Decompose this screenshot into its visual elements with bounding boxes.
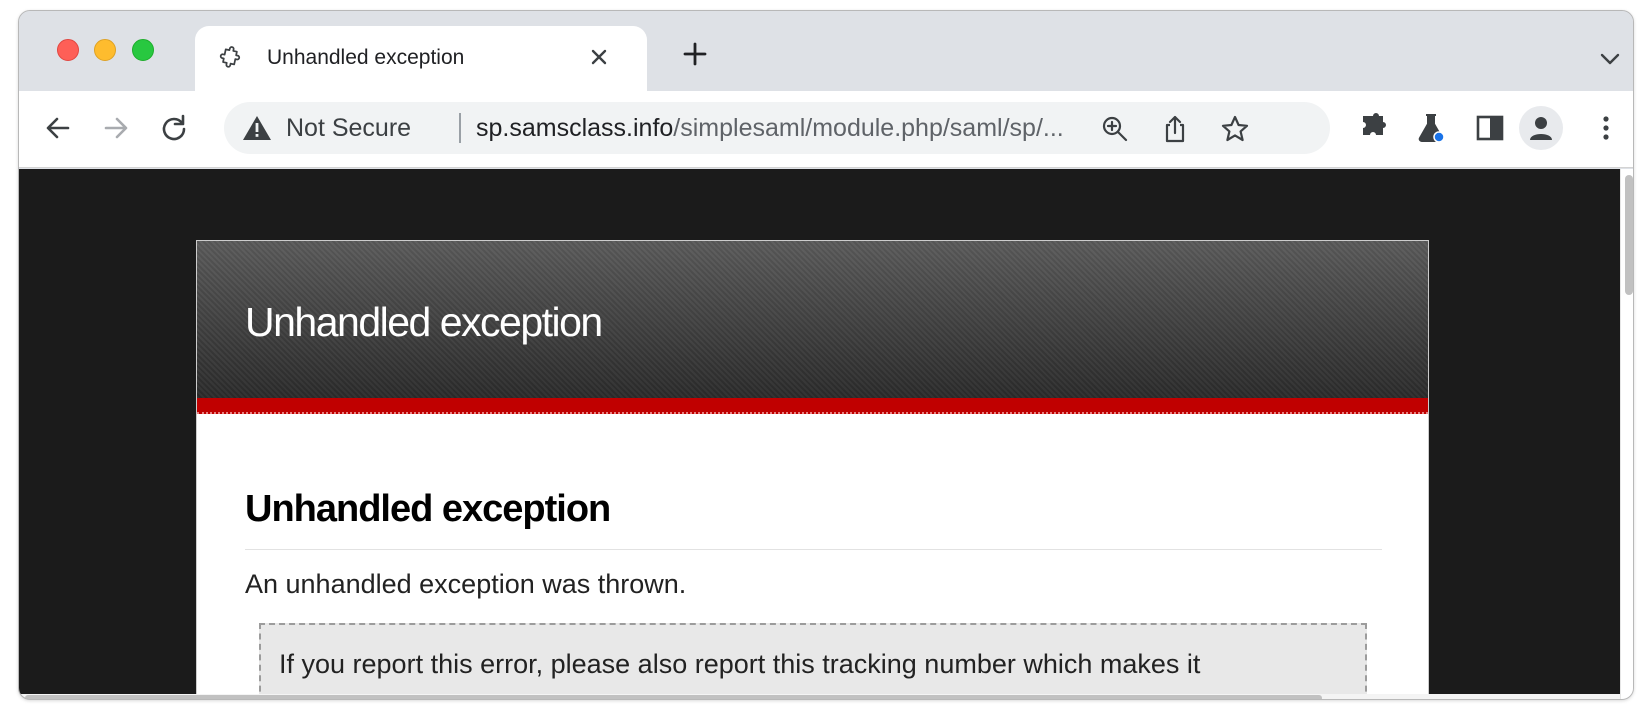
address-separator [459, 113, 461, 143]
horizontal-scroll-thumb[interactable] [25, 695, 1322, 699]
side-panel-icon[interactable] [1473, 111, 1507, 145]
page-viewport: Unhandled exception Unhandled exception … [19, 169, 1620, 699]
horizontal-scrollbar[interactable] [19, 694, 1620, 699]
browser-window: Unhandled exception Not Secure sp.samscl… [18, 10, 1634, 700]
share-icon[interactable] [1160, 114, 1190, 144]
error-heading: Unhandled exception [245, 488, 611, 530]
close-icon[interactable] [581, 39, 617, 75]
flask-icon[interactable] [1414, 111, 1448, 145]
url-host: sp.samsclass.info [476, 114, 674, 142]
tracking-note: If you report this error, please also re… [279, 649, 1201, 679]
window-minimize-button[interactable] [94, 39, 116, 61]
error-message: An unhandled exception was thrown. [245, 569, 687, 599]
chevron-down-icon[interactable] [1597, 46, 1623, 72]
zoom-in-icon[interactable] [1100, 114, 1130, 144]
tracking-number-box: If you report this error, please also re… [259, 623, 1367, 699]
kebab-menu-icon[interactable] [1589, 111, 1623, 145]
url-path: /simplesaml/module.php/saml/sp/... [673, 114, 1064, 142]
address-bar[interactable]: Not Secure sp.samsclass.info/simplesaml/… [224, 102, 1330, 154]
star-icon[interactable] [1220, 114, 1250, 144]
vertical-scroll-thumb[interactable] [1625, 175, 1633, 295]
arrow-left-icon[interactable] [41, 111, 75, 145]
header-title: Unhandled exception [245, 299, 603, 345]
window-maximize-button[interactable] [132, 39, 154, 61]
puzzle-icon[interactable] [1355, 111, 1389, 145]
page-header: Unhandled exception [197, 241, 1428, 398]
tab-strip: Unhandled exception [19, 11, 1633, 93]
url-text[interactable]: sp.samsclass.info/simplesaml/module.php/… [476, 114, 1064, 143]
tab-title: Unhandled exception [267, 46, 465, 69]
header-accent-bar [197, 398, 1428, 414]
warning-triangle-icon[interactable] [242, 114, 272, 142]
active-tab[interactable]: Unhandled exception [195, 26, 647, 93]
navigation-toolbar: Not Secure sp.samsclass.info/simplesaml/… [19, 91, 1633, 168]
arrow-right-icon[interactable] [99, 111, 133, 145]
heading-divider [245, 549, 1382, 550]
security-status-label[interactable]: Not Secure [286, 114, 411, 143]
window-close-button[interactable] [57, 39, 79, 61]
puzzle-outline-icon [219, 46, 241, 68]
vertical-scrollbar[interactable] [1620, 169, 1633, 699]
reload-icon[interactable] [157, 111, 191, 145]
profile-avatar-icon [1530, 117, 1552, 140]
plus-icon[interactable] [679, 38, 711, 70]
error-page-container: Unhandled exception Unhandled exception … [196, 240, 1429, 699]
profile-button[interactable] [1519, 106, 1563, 150]
